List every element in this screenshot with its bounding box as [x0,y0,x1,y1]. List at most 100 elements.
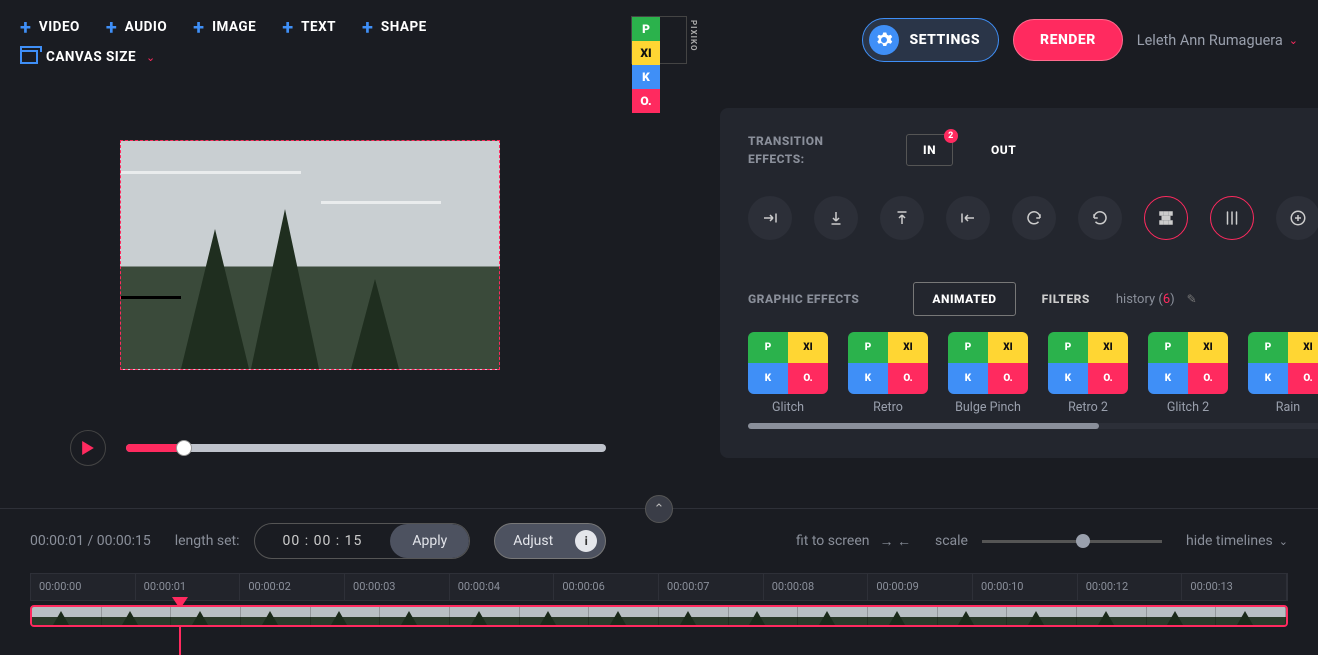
adjust-button[interactable]: Adjust i [494,523,606,559]
effect-label: Retro [848,400,928,415]
canvas-preview[interactable] [120,140,500,370]
effect-label: Rain [1248,400,1318,415]
ruler-tick[interactable]: 00:00:03 [345,574,450,600]
frame-thumb [659,607,729,625]
effect-retro[interactable]: PXIKO.Retro [848,332,928,415]
add-image-button[interactable]: +IMAGE [193,15,256,39]
ruler-tick[interactable]: 00:00:06 [554,574,659,600]
effect-bulge-pinch[interactable]: PXIKO.Bulge Pinch [948,332,1028,415]
ruler-tick[interactable]: 00:00:12 [1078,574,1183,600]
timecode: 00:00:01 / 00:00:15 [30,533,151,549]
frame-thumb [938,607,1008,625]
video-track[interactable] [30,605,1288,627]
frame-thumb [729,607,799,625]
effect-label: Retro 2 [1048,400,1128,415]
pencil-icon[interactable]: ✎ [1187,292,1197,306]
add-audio-button[interactable]: +AUDIO [106,15,167,39]
ruler-tick[interactable]: 00:00:01 [136,574,241,600]
add-video-button[interactable]: +VIDEO [20,15,80,39]
user-menu[interactable]: Leleth Ann Rumaguera⌄ [1137,32,1298,49]
ruler-tick[interactable]: 00:00:10 [973,574,1078,600]
rotate-cw-icon[interactable] [1012,196,1056,240]
frame-thumb [1077,607,1147,625]
seek-slider[interactable] [126,444,606,452]
ruler-tick[interactable]: 00:00:00 [31,574,136,600]
frame-thumb [1007,607,1077,625]
frame-thumb [171,607,241,625]
ruler-tick[interactable]: 00:00:09 [868,574,973,600]
frame-thumb [450,607,520,625]
slide-right-icon[interactable] [748,196,792,240]
apply-button[interactable]: Apply [390,524,469,558]
ruler-tick[interactable]: 00:00:13 [1182,574,1287,600]
ruler-tick[interactable]: 00:00:04 [450,574,555,600]
chevron-down-icon: ⌄ [1289,34,1298,47]
length-input[interactable]: 00 : 00 : 15 [255,524,391,558]
plus-icon: + [20,15,31,39]
collapse-handle[interactable]: ⌃ [645,495,673,523]
transition-icons [748,196,1318,240]
frame-thumb [868,607,938,625]
transition-label: TRANSITION EFFECTS: [748,132,828,168]
wave-icon[interactable] [1210,196,1254,240]
effect-glitch-2[interactable]: PXIKO.Glitch 2 [1148,332,1228,415]
app-logo: PXI KO. PIXIKO [631,16,687,64]
frame-thumb [520,607,590,625]
play-button[interactable] [70,430,106,466]
settings-button[interactable]: SETTINGS [862,18,999,62]
chevron-down-icon: ⌄ [146,51,155,64]
rotate-ccw-icon[interactable] [1078,196,1122,240]
render-button[interactable]: RENDER [1013,19,1123,61]
ruler-tick[interactable]: 00:00:02 [240,574,345,600]
tab-animated[interactable]: ANIMATED [913,282,1015,316]
canvas-size-button[interactable]: CANVAS SIZE ⌄ [20,49,427,65]
slide-up-icon[interactable] [880,196,924,240]
frame-thumb [311,607,381,625]
frame-thumb [1147,607,1217,625]
history-link[interactable]: history (6) [1116,292,1175,307]
slide-down-icon[interactable] [814,196,858,240]
fit-to-screen-button[interactable]: fit to screen → ← [796,533,911,550]
effect-label: Bulge Pinch [948,400,1028,415]
gear-icon [869,25,899,55]
scale-slider[interactable] [982,540,1162,543]
tab-out[interactable]: OUT [975,135,1032,165]
app-header: +VIDEO +AUDIO +IMAGE +TEXT +SHAPE CANVAS… [0,0,1318,80]
plus-icon: + [362,15,373,39]
length-set-label: length set: [175,533,240,549]
effects-panel: TRANSITION EFFECTS: IN2 OUT ‹ › GRAPHIC … [720,108,1318,458]
timeline-ruler[interactable]: 00:00:0000:00:0100:00:0200:00:0300:00:04… [30,573,1288,601]
effects-scrollbar[interactable] [748,423,1318,429]
hide-timelines-button[interactable]: hide timelines⌄ [1186,533,1288,549]
effect-retro-2[interactable]: PXIKO.Retro 2 [1048,332,1128,415]
info-icon: i [575,530,597,552]
tab-filters[interactable]: FILTERS [1024,283,1108,315]
add-text-button[interactable]: +TEXT [282,15,336,39]
frame-thumb [380,607,450,625]
frame-thumb [589,607,659,625]
scale-label: scale [935,533,968,549]
plus-icon: + [106,15,117,39]
frame-thumb [102,607,172,625]
seek-handle[interactable] [176,440,192,456]
chevron-down-icon: ⌄ [1279,535,1288,548]
frame-thumb [798,607,868,625]
fit-icon: → ← [880,533,911,550]
frame-thumb [32,607,102,625]
frame-thumb [241,607,311,625]
badge: 2 [944,129,958,143]
effect-rain[interactable]: PXIKO.Rain [1248,332,1318,415]
effect-glitch[interactable]: PXIKO.Glitch [748,332,828,415]
zoom-in-icon[interactable] [1276,196,1318,240]
frame-thumb [1216,607,1286,625]
ruler-tick[interactable]: 00:00:07 [659,574,764,600]
timeline: 00:00:0000:00:0100:00:0200:00:0300:00:04… [0,573,1318,627]
ruler-tick[interactable]: 00:00:08 [764,574,869,600]
plus-icon: + [282,15,293,39]
graphic-effects-label: GRAPHIC EFFECTS [748,290,859,308]
slide-left-icon[interactable] [946,196,990,240]
pixelate-icon[interactable] [1144,196,1188,240]
add-shape-button[interactable]: +SHAPE [362,15,427,39]
effect-label: Glitch [748,400,828,415]
tab-in[interactable]: IN2 [906,134,953,166]
